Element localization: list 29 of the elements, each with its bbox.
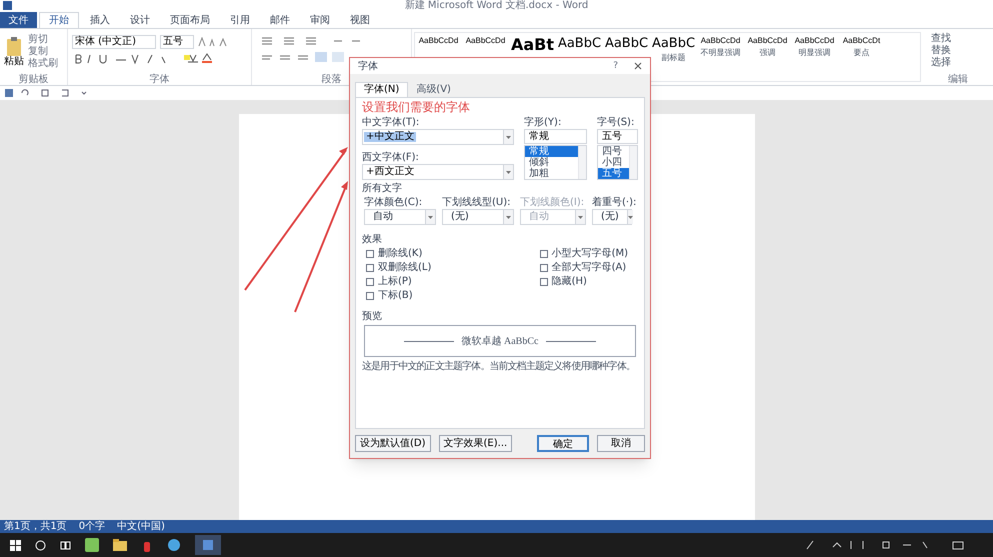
- field-label: 字体颜色(C):: [364, 197, 424, 208]
- group-label: 剪贴板: [18, 74, 50, 85]
- preview-note: 这是用于中文的正文主题字体。当前文档主题定义将使用哪种字体。: [362, 360, 636, 373]
- field-label: 下划线线型(U):: [442, 197, 512, 208]
- status-text: 第1页，共1页: [4, 522, 67, 532]
- field-label: 着重号(·):: [592, 197, 636, 208]
- field-label: 下划线颜色(I):: [520, 197, 586, 208]
- field-label: 字号(S):: [596, 117, 636, 128]
- section-heading: 预览: [362, 311, 383, 322]
- field-label: 西文字体(F):: [362, 152, 420, 163]
- field-label: 中文字体(T):: [362, 117, 420, 128]
- preview-sample: 微软卓越 AaBbCc: [462, 334, 538, 348]
- group-label: 编辑: [947, 74, 969, 85]
- checkbox-label: 上标(P): [378, 276, 412, 288]
- checkbox-label: 双删除线(L): [378, 262, 432, 274]
- group-label: 段落: [320, 74, 342, 85]
- field-label: 字形(Y):: [524, 117, 562, 128]
- checkbox-label: 全部大写字母(A): [552, 262, 626, 274]
- status-text: 0个字: [78, 522, 106, 532]
- group-label: 字体: [148, 74, 170, 85]
- dialog-title: 字体: [358, 60, 378, 74]
- section-heading: 效果: [362, 234, 383, 245]
- section-heading: 所有文字: [362, 183, 403, 194]
- annotation-text: 设置我们需要的字体: [362, 100, 471, 114]
- status-text: 中文(中国): [117, 522, 165, 532]
- checkbox-label: 隐藏(H): [552, 276, 587, 288]
- checkbox-label: 删除线(K): [378, 248, 422, 260]
- checkbox-label: 小型大写字母(M): [552, 248, 628, 260]
- checkbox-label: 下标(B): [378, 290, 413, 302]
